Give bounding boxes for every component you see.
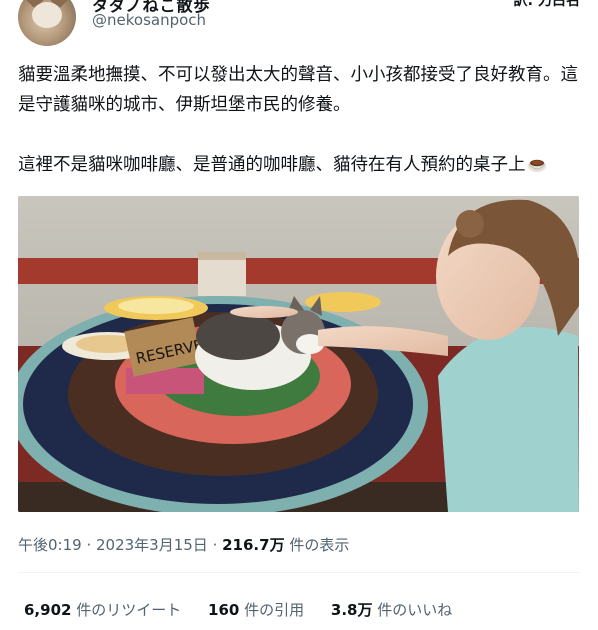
likes-link[interactable]: 3.8万 件のいいね: [331, 601, 452, 619]
translate-button[interactable]: 訳: 力白名: [514, 0, 580, 10]
views-count: 216.7万: [222, 536, 285, 554]
author-handle[interactable]: @nekosanpoch: [92, 11, 206, 29]
avatar-face: [32, 2, 62, 28]
avatar[interactable]: [18, 0, 76, 46]
tweet-photo[interactable]: RESERVE: [18, 196, 579, 512]
likes-count: 3.8万: [330, 601, 373, 619]
photo-illustration: RESERVE: [18, 196, 579, 512]
quotes-count: 160: [208, 601, 240, 619]
retweets-link[interactable]: 6,902 件のリツイート: [24, 601, 181, 619]
views-label: 件の表示: [284, 536, 350, 554]
meta-separator: ·: [81, 536, 96, 554]
meta-separator: ·: [207, 536, 223, 554]
tweet-time[interactable]: 午後0:19: [18, 536, 82, 554]
quotes-link[interactable]: 160 件の引用: [208, 601, 304, 619]
tweet-date[interactable]: 2023年3月15日: [96, 536, 208, 554]
likes-label: 件のいいね: [372, 601, 453, 619]
tweet-text: 貓要溫柔地撫摸、不可以發出太大的聲音、小小孩都接受了良好教育。這是守護貓咪的城市…: [18, 60, 583, 180]
engagement-stats: 6,902 件のリツイート 160 件の引用 3.8万 件のいいね: [24, 599, 474, 620]
tweet-paragraph-2: 這裡不是貓咪咖啡廳、是普通的咖啡廳、貓待在有人預約的桌子上: [18, 155, 526, 175]
retweets-count: 6,902: [24, 601, 72, 619]
tweet-meta: 午後0:19 · 2023年3月15日 · 216.7万 件の表示: [18, 534, 349, 555]
retweets-label: 件のリツイート: [71, 601, 182, 619]
coffee-icon: [526, 152, 548, 174]
divider: [18, 572, 580, 573]
tweet-paragraph-1: 貓要溫柔地撫摸、不可以發出太大的聲音、小小孩都接受了良好教育。這是守護貓咪的城市…: [18, 65, 578, 115]
quotes-label: 件の引用: [239, 601, 305, 619]
